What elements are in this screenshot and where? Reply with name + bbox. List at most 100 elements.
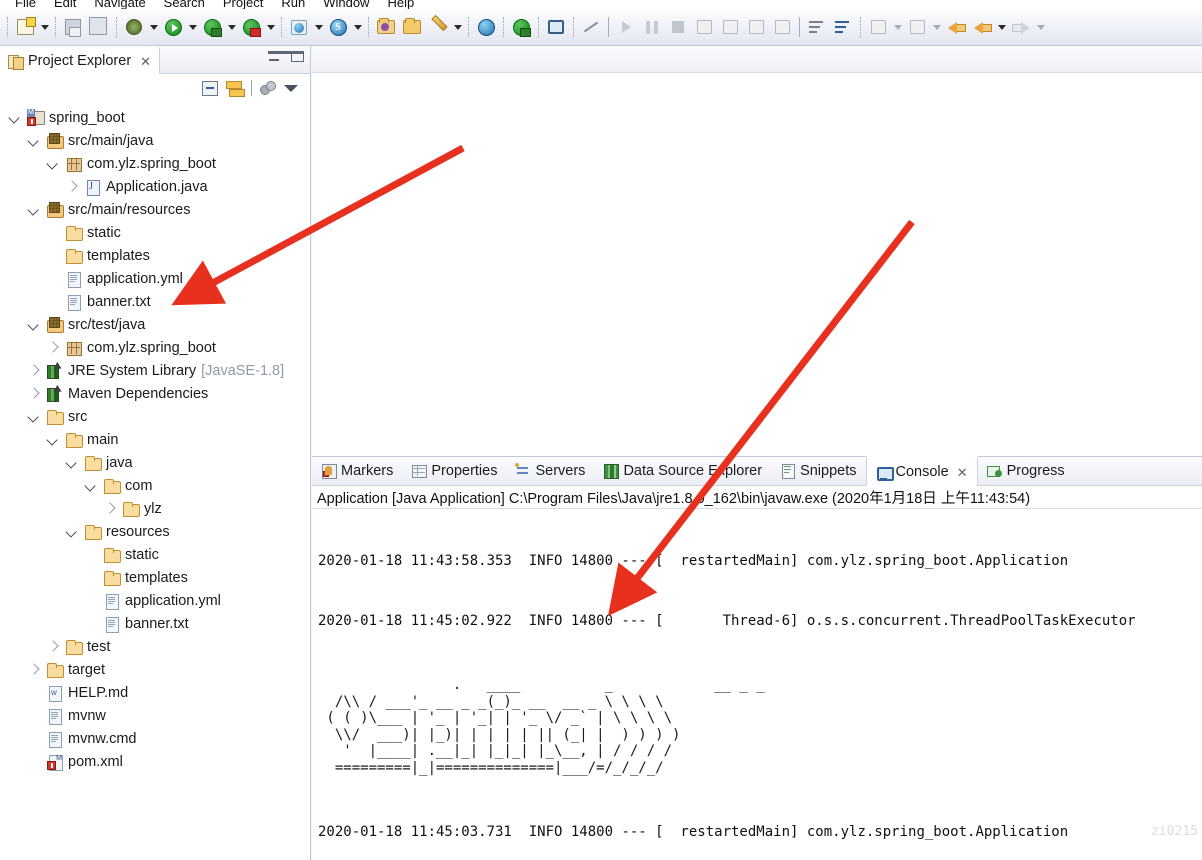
suspend-button xyxy=(640,15,664,39)
tree-item-maven-dependencies[interactable]: Maven Dependencies xyxy=(0,382,310,405)
open-browser-button[interactable] xyxy=(474,15,498,39)
tree-item-banner-txt[interactable]: banner.txt xyxy=(0,290,310,313)
tree-item-spring-boot[interactable]: spring_boot xyxy=(0,106,310,129)
open-perspective-button[interactable] xyxy=(509,15,533,39)
tab-properties[interactable]: Properties xyxy=(402,456,506,485)
toggle-mark-occurrences-button[interactable] xyxy=(579,15,603,39)
tree-item-mvnw-cmd[interactable]: mvnw.cmd xyxy=(0,727,310,750)
view-menu-dots-icon[interactable] xyxy=(260,81,276,95)
tree-item-src-test-java[interactable]: src/test/java xyxy=(0,313,310,336)
forward-dropdown[interactable] xyxy=(1034,15,1047,39)
edit-dropdown[interactable] xyxy=(451,15,464,39)
chevron-down-icon[interactable] xyxy=(27,318,41,332)
editor-body[interactable] xyxy=(312,73,1202,456)
show-view-button[interactable] xyxy=(544,15,568,39)
tree-item-templates[interactable]: templates xyxy=(0,244,310,267)
run-button[interactable] xyxy=(161,15,185,39)
tab-console[interactable]: Console ✕ xyxy=(865,456,978,486)
link-with-editor-icon[interactable] xyxy=(226,80,245,97)
tree-item-com-ylz-spring-boot[interactable]: com.ylz.spring_boot xyxy=(0,152,310,175)
run-configurations-button[interactable] xyxy=(239,15,263,39)
resume-button xyxy=(614,15,638,39)
tree-item-java[interactable]: java xyxy=(0,451,310,474)
chevron-down-icon[interactable] xyxy=(84,479,98,493)
tree-item-static[interactable]: static xyxy=(0,543,310,566)
tab-markers[interactable]: Markers xyxy=(312,456,402,485)
tree-item-resources[interactable]: resources xyxy=(0,520,310,543)
new-wizard-button[interactable] xyxy=(13,15,37,39)
tab-progress[interactable]: Progress xyxy=(978,456,1074,485)
chevron-down-icon[interactable] xyxy=(27,410,41,424)
tree-item-test[interactable]: test xyxy=(0,635,310,658)
tree-item-label: com.ylz.spring_boot xyxy=(87,155,216,172)
new-web-project-dropdown[interactable] xyxy=(312,15,325,39)
view-menu-icon[interactable] xyxy=(284,84,298,92)
run-configurations-dropdown[interactable] xyxy=(264,15,277,39)
chevron-right-icon[interactable] xyxy=(46,341,60,355)
close-icon[interactable]: ✕ xyxy=(957,466,968,479)
tree-item-com[interactable]: com xyxy=(0,474,310,497)
chevron-down-icon[interactable] xyxy=(65,525,79,539)
chevron-down-icon[interactable] xyxy=(27,134,41,148)
back-history-button[interactable] xyxy=(970,15,994,39)
tree-item-jre-system-library[interactable]: JRE System Library [JavaSE-1.8] xyxy=(0,359,310,382)
collapse-all-icon[interactable] xyxy=(202,80,218,96)
tree-item-application-yml[interactable]: application.yml xyxy=(0,267,310,290)
tab-data-source-explorer[interactable]: Data Source Explorer xyxy=(594,456,771,485)
new-wizard-dropdown[interactable] xyxy=(38,15,51,39)
tree-item-main[interactable]: main xyxy=(0,428,310,451)
close-icon[interactable]: ✕ xyxy=(140,55,151,68)
tree-item-application-yml[interactable]: application.yml xyxy=(0,589,310,612)
save-all-button[interactable] xyxy=(87,15,111,39)
chevron-right-icon[interactable] xyxy=(103,502,117,516)
chevron-down-icon[interactable] xyxy=(27,203,41,217)
chevron-down-icon[interactable] xyxy=(65,456,79,470)
run-external-tools-button[interactable] xyxy=(200,15,224,39)
previous-annotation-button[interactable] xyxy=(831,15,855,39)
tree-item-static[interactable]: static xyxy=(0,221,310,244)
tree-item-src-main-java[interactable]: src/main/java xyxy=(0,129,310,152)
chevron-down-icon[interactable] xyxy=(8,111,22,125)
spring-dropdown[interactable] xyxy=(351,15,364,39)
tree-item-com-ylz-spring-boot[interactable]: com.ylz.spring_boot xyxy=(0,336,310,359)
tab-project-explorer[interactable]: Project Explorer ✕ xyxy=(0,46,161,74)
chevron-right-icon[interactable] xyxy=(65,180,79,194)
chevron-right-icon[interactable] xyxy=(27,663,41,677)
tree-item-target[interactable]: target xyxy=(0,658,310,681)
tree-item-templates[interactable]: templates xyxy=(0,566,310,589)
tree-item-src[interactable]: src xyxy=(0,405,310,428)
console-output[interactable]: 2020-01-18 11:43:58.353 INFO 14800 --- [… xyxy=(312,509,1202,860)
save-button[interactable] xyxy=(61,15,85,39)
chevron-right-icon[interactable] xyxy=(46,640,60,654)
tree-item-label: ylz xyxy=(144,500,162,517)
tree-item-src-main-resources[interactable]: src/main/resources xyxy=(0,198,310,221)
tab-servers[interactable]: Servers xyxy=(506,456,594,485)
chevron-right-icon[interactable] xyxy=(27,364,41,378)
open-type-button[interactable] xyxy=(374,15,398,39)
tree-item-mvnw[interactable]: mvnw xyxy=(0,704,310,727)
chevron-down-icon[interactable] xyxy=(46,157,60,171)
run-dropdown[interactable] xyxy=(186,15,199,39)
last-edit-location-dropdown[interactable] xyxy=(891,15,904,39)
spring-button[interactable]: S xyxy=(326,15,350,39)
next-annotation-button[interactable] xyxy=(805,15,829,39)
debug-button[interactable] xyxy=(122,15,146,39)
chevron-down-icon[interactable] xyxy=(46,433,60,447)
tree-item-help-md[interactable]: HELP.md xyxy=(0,681,310,704)
maximize-icon[interactable] xyxy=(291,51,304,62)
tab-snippets[interactable]: Snippets xyxy=(771,456,865,485)
debug-dropdown[interactable] xyxy=(147,15,160,39)
run-external-tools-dropdown[interactable] xyxy=(225,15,238,39)
tree-item-banner-txt[interactable]: banner.txt xyxy=(0,612,310,635)
new-web-project-button[interactable] xyxy=(287,15,311,39)
tree-item-ylz[interactable]: ylz xyxy=(0,497,310,520)
edit-button[interactable] xyxy=(426,15,450,39)
project-tree[interactable]: spring_boot src/main/java com.ylz.spring_b… xyxy=(0,102,310,854)
back-dropdown[interactable] xyxy=(995,15,1008,39)
chevron-right-icon[interactable] xyxy=(27,387,41,401)
tree-item-pom-xml[interactable]: pom.xml xyxy=(0,750,310,773)
tree-item-application-java[interactable]: Application.java xyxy=(0,175,310,198)
open-resource-button[interactable] xyxy=(400,15,424,39)
goto-line-dropdown[interactable] xyxy=(930,15,943,39)
back-button[interactable] xyxy=(944,15,968,39)
